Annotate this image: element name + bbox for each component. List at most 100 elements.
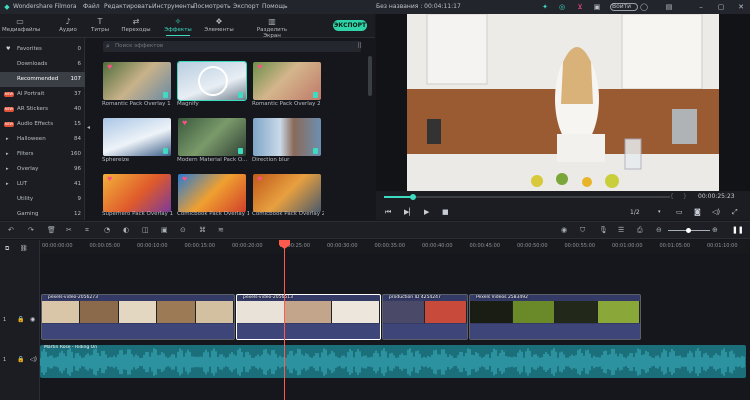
render-icon[interactable]: ◉ <box>561 226 567 234</box>
cut-icon[interactable]: ✂ <box>66 226 72 234</box>
undo-icon[interactable]: ↶ <box>8 226 14 234</box>
maximize-icon[interactable]: ▢ <box>717 3 725 11</box>
eye-icon[interactable]: ◉ <box>30 316 35 323</box>
tab-split-screen[interactable]: ▥ Разделить Экран <box>248 16 296 39</box>
pause-bars-icon[interactable]: ❚❚ <box>732 226 744 234</box>
grid-view-icon[interactable]: ⠿ <box>357 42 362 50</box>
menu-edit[interactable]: Редактировать <box>104 3 152 10</box>
search-input[interactable]: Поиск эффектов <box>103 41 361 52</box>
category-favorites[interactable]: ♥ Favorites 0 <box>0 42 85 57</box>
playhead-line[interactable] <box>284 240 285 400</box>
category-halloween[interactable]: ▸ Halloween 84 <box>0 132 85 147</box>
category-audio-effects[interactable]: NEW Audio Effects 15 <box>0 117 85 132</box>
category-filters[interactable]: ▸ Filters 160 <box>0 147 85 162</box>
menu-export[interactable]: Экспорт <box>233 3 259 10</box>
play-icon[interactable]: ▶ <box>424 208 429 216</box>
delete-icon[interactable]: 🗑 <box>47 226 56 234</box>
list-icon[interactable]: ☰ <box>618 226 624 234</box>
export-button[interactable]: ЭКСПОРТ <box>333 20 367 31</box>
effect-thumb-superhero[interactable]: ♥ <box>103 174 171 212</box>
gift-icon[interactable]: ▣ <box>593 3 601 11</box>
audio-clip[interactable]: Martin Rose - Riding On <box>40 345 746 378</box>
timeline-ruler[interactable]: 00:00:00:00 00:00:05:00 00:00:10:00 00:00:1… <box>40 240 750 253</box>
speaker-icon[interactable]: ◁) <box>30 356 37 363</box>
category-gaming[interactable]: Gaming 12 <box>0 207 85 222</box>
heart-icon: ♥ <box>182 120 188 127</box>
category-recommended[interactable]: Recommended 107 <box>0 72 85 87</box>
category-utility[interactable]: Utility 9 <box>0 192 85 207</box>
chevron-down-icon[interactable]: ▾ <box>658 209 661 215</box>
folder-icon: ▭ <box>16 17 24 26</box>
video-clip-selected[interactable]: pexels-video-2056513 <box>236 294 381 340</box>
effect-thumb-modern-material[interactable]: ♥ <box>178 118 246 156</box>
video-clip[interactable]: pexels-video-2056273 <box>41 294 235 340</box>
zoom-slider-handle[interactable] <box>686 228 691 233</box>
tab-elements[interactable]: ❖ Элементы <box>201 16 237 33</box>
lightbulb-icon[interactable]: ✦ <box>541 3 549 11</box>
tab-media[interactable]: ▭ Медиафайлы <box>2 16 40 33</box>
mask-icon[interactable]: ◫ <box>142 226 149 234</box>
effect-thumb-direction-blur[interactable] <box>253 118 321 156</box>
effect-thumb-comicbook-2[interactable]: ♥ <box>253 174 321 212</box>
crop-icon[interactable]: ⌗ <box>85 226 89 235</box>
category-lut[interactable]: ▸ LUT 41 <box>0 177 85 192</box>
menu-view[interactable]: Посмотреть <box>193 3 231 10</box>
preview-scrubber[interactable] <box>384 196 670 198</box>
color-icon[interactable]: ◐ <box>123 226 129 234</box>
preview-scrubber-handle[interactable] <box>409 194 416 200</box>
video-clip[interactable]: Pexels Videos 2583492 <box>469 294 641 340</box>
headset-icon[interactable]: ◎ <box>558 3 566 11</box>
prev-frame-icon[interactable]: ▶▏ <box>404 208 415 216</box>
bracket-out-icon[interactable]: } <box>683 193 687 200</box>
collapse-sidebar-icon[interactable]: ◂ <box>87 124 90 131</box>
volume-icon[interactable]: ◁) <box>712 208 720 216</box>
tab-transitions[interactable]: ⇄ Переходы <box>118 16 154 33</box>
minimize-icon[interactable]: – <box>697 3 705 11</box>
tab-effects[interactable]: ✧ Эффекты <box>160 16 196 36</box>
save-icon[interactable]: ▤ <box>665 3 673 11</box>
tab-audio[interactable]: ♪ Аудио <box>50 16 86 33</box>
lock-icon[interactable]: 🔒 <box>17 356 24 363</box>
monitor-icon[interactable]: ▭ <box>676 208 683 216</box>
link-icon[interactable]: ⛓ <box>20 245 28 252</box>
close-icon[interactable]: ✕ <box>737 3 745 11</box>
green-screen-icon[interactable]: ▣ <box>161 226 168 234</box>
effect-thumb-magnify[interactable] <box>177 61 247 101</box>
media-tabs-bar: ▭ Медиафайлы ♪ Аудио T Титры ⇄ Переходы ✧ Эфф… <box>0 14 375 39</box>
menu-tools[interactable]: Инструменты <box>152 3 195 10</box>
cart-icon[interactable]: ⊻ <box>576 3 584 11</box>
effect-thumb-romantic-1[interactable]: ♥ <box>103 62 171 100</box>
lock-icon[interactable]: 🔒 <box>17 316 24 323</box>
speed-icon[interactable]: ◔ <box>104 226 110 234</box>
effect-thumb-romantic-2[interactable]: ♥ <box>253 62 321 100</box>
category-overlay[interactable]: ▸ Overlay 96 <box>0 162 85 177</box>
category-ai-portrait[interactable]: NEW AI Portrait 37 <box>0 87 85 102</box>
playback-ratio-select[interactable]: 1/2 <box>630 209 640 216</box>
user-icon[interactable]: ◯ <box>640 3 648 11</box>
category-downloads[interactable]: Downloads 6 <box>0 57 85 72</box>
effect-thumb-sphereize[interactable] <box>103 118 171 156</box>
video-clip[interactable]: production ID 4254247 <box>382 294 468 340</box>
step-back-icon[interactable]: ⏮ <box>385 208 391 217</box>
category-ar-stickers[interactable]: NEW AR Stickers 40 <box>0 102 85 117</box>
audio-adjust-icon[interactable]: ≋ <box>218 226 224 234</box>
bracket-in-icon[interactable]: { <box>670 193 674 200</box>
redo-icon[interactable]: ↷ <box>28 226 34 234</box>
zoom-in-icon[interactable]: ⊕ <box>712 226 718 234</box>
microphone-icon[interactable]: 🎙 <box>599 226 608 234</box>
keyframe-icon[interactable]: ⌘ <box>199 226 206 234</box>
filmora-logo-icon: ◆ <box>4 3 10 11</box>
stop-icon[interactable]: ■ <box>442 208 449 216</box>
zoom-out-icon[interactable]: ⊖ <box>656 226 662 234</box>
motion-track-icon[interactable]: ⊙ <box>180 226 186 234</box>
grid-scrollbar[interactable] <box>368 56 372 96</box>
effect-thumb-comicbook-1[interactable]: ♥ <box>178 174 246 212</box>
fullscreen-icon[interactable]: ⤢ <box>732 208 738 217</box>
tab-titles[interactable]: T Титры <box>82 16 118 33</box>
snapshot-icon[interactable]: ⎙ <box>637 226 643 235</box>
menu-file[interactable]: Файл <box>83 3 100 10</box>
menu-help[interactable]: Помощь <box>262 3 288 10</box>
add-track-icon[interactable]: ⧉ <box>5 245 9 253</box>
camera-icon[interactable]: ◙ <box>694 208 701 216</box>
shield-icon[interactable]: ⛉ <box>580 226 585 235</box>
